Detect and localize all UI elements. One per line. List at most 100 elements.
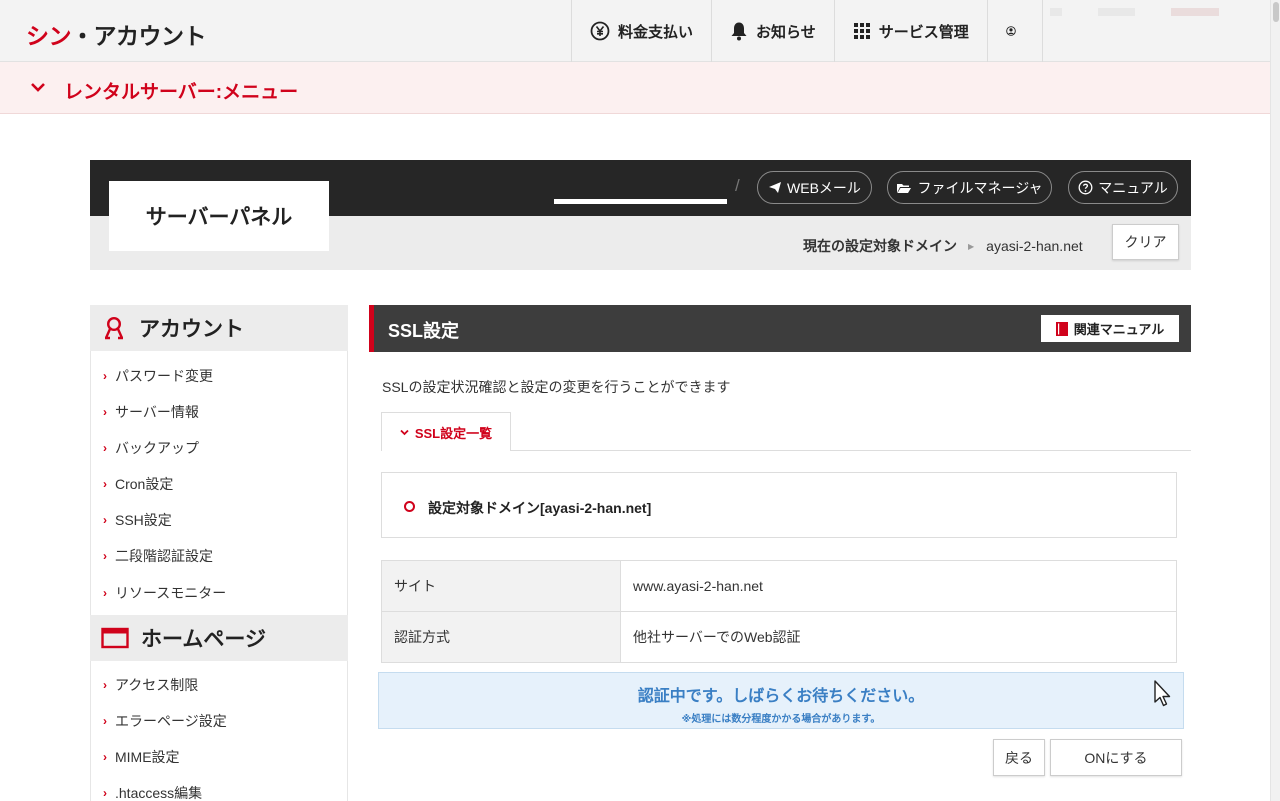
faint-decoration — [1098, 8, 1135, 16]
sidebar-item-server-info[interactable]: › サーバー情報 — [103, 402, 199, 422]
file-manager-label: ファイルマネージャ — [917, 179, 1043, 196]
tab-ssl-list-label: SSL設定一覧 — [414, 425, 493, 441]
search-underline — [554, 199, 727, 204]
triangle-right-icon: ▶ — [968, 241, 975, 251]
manual-button[interactable]: マニュアル — [1068, 171, 1178, 204]
webmail-button[interactable]: WEBメール — [757, 171, 872, 204]
sidebar-item-label: アクセス制限 — [115, 677, 199, 693]
sidebar-item-2fa[interactable]: › 二段階認証設定 — [103, 546, 213, 566]
nav-user[interactable] — [986, 0, 1043, 62]
nav-service-label: サービス管理 — [878, 23, 969, 41]
mouse-cursor-icon — [1154, 680, 1171, 707]
sidebar-homepage-title: ホームページ — [141, 628, 266, 651]
sidebar-homepage-heading: ホームページ — [90, 615, 348, 661]
nav-notice[interactable]: お知らせ — [711, 0, 834, 62]
table-label-auth-method: 認証方式 — [381, 611, 621, 663]
sidebar-item-label: MIME設定 — [115, 749, 180, 765]
table-row: 認証方式 他社サーバーでのWeb認証 — [381, 611, 1177, 663]
faint-decoration — [1171, 8, 1219, 16]
sidebar-item-mime[interactable]: › MIME設定 — [103, 747, 180, 767]
chevron-right-icon: › — [103, 786, 107, 800]
related-manual-label: 関連マニュアル — [1073, 322, 1165, 337]
sidebar-item-cron[interactable]: › Cron設定 — [103, 474, 173, 494]
sidebar-item-access-restriction[interactable]: › アクセス制限 — [103, 675, 198, 695]
rental-menu-label: レンタルサーバー:メニュー — [64, 82, 299, 103]
page-title: SSL設定 — [388, 321, 460, 341]
table-value-site: www.ayasi-2-han.net — [620, 560, 1177, 612]
sidebar-item-label: サーバー情報 — [115, 404, 199, 420]
sidebar-item-password[interactable]: › パスワード変更 — [103, 366, 213, 386]
question-circle-icon — [1078, 180, 1093, 195]
sidebar-item-label: リソースモニター — [115, 585, 227, 601]
sidebar-item-label: バックアップ — [115, 440, 199, 456]
nav-payment-label: 料金支払い — [618, 23, 694, 41]
webmail-label: WEBメール — [787, 179, 861, 196]
domain-heading: 設定対象ドメイン[ayasi-2-han.net] — [428, 500, 652, 516]
book-icon — [1055, 321, 1068, 336]
table-value-auth-method: 他社サーバーでのWeb認証 — [620, 611, 1177, 663]
chevron-right-icon: › — [103, 441, 107, 455]
scrollbar[interactable] — [1270, 0, 1280, 801]
current-domain-label: 現在の設定対象ドメイン — [803, 238, 957, 254]
tab-ssl-list[interactable]: SSL設定一覧 — [381, 412, 511, 451]
logo[interactable]: シン・アカウント — [26, 17, 207, 51]
sidebar-item-label: エラーページ設定 — [115, 713, 227, 729]
grid-icon — [853, 23, 870, 39]
chevron-right-icon: › — [103, 678, 107, 692]
turn-on-button[interactable]: ONにする — [1050, 739, 1182, 776]
back-button[interactable]: 戻る — [993, 739, 1045, 776]
ssl-info-table: サイト www.ayasi-2-han.net 認証方式 他社サーバーでのWeb… — [381, 560, 1177, 663]
divider-slash: / — [735, 176, 740, 195]
sidebar-item-htaccess[interactable]: › .htaccess編集 — [103, 783, 202, 801]
top-nav: 料金支払い お知らせ サービス管理 — [571, 0, 1043, 62]
rental-menu-bar[interactable]: レンタルサーバー:メニュー — [0, 62, 1270, 114]
chevron-down-icon — [400, 429, 409, 435]
account-icon — [104, 316, 124, 340]
page-description: SSLの設定状況確認と設定の変更を行うことができます — [382, 379, 731, 395]
related-manual-button[interactable]: 関連マニュアル — [1041, 315, 1179, 342]
manual-label: マニュアル — [1098, 179, 1168, 196]
clear-button[interactable]: クリア — [1112, 224, 1179, 260]
sidebar-item-label: 二段階認証設定 — [115, 548, 213, 564]
chevron-right-icon: › — [103, 586, 107, 600]
sidebar-account-heading: アカウント — [90, 305, 348, 351]
sidebar-item-error-page[interactable]: › エラーページ設定 — [103, 711, 227, 731]
sidebar-item-label: パスワード変更 — [115, 368, 213, 384]
chevron-right-icon: › — [103, 549, 107, 563]
top-header: シン・アカウント 料金支払い お知らせ サービス管理 — [0, 0, 1270, 62]
chevron-right-icon: › — [103, 750, 107, 764]
table-row: サイト www.ayasi-2-han.net — [381, 560, 1177, 612]
current-domain: 現在の設定対象ドメイン ▶ ayasi-2-han.net — [803, 236, 1083, 256]
chevron-right-icon: › — [103, 477, 107, 491]
logo-part-1: シン — [26, 23, 72, 49]
chevron-right-icon: › — [103, 513, 107, 527]
nav-notice-label: お知らせ — [756, 23, 816, 41]
chevron-right-icon: › — [103, 369, 107, 383]
folder-open-icon — [897, 183, 912, 193]
yen-icon — [590, 21, 610, 41]
circle-icon — [404, 501, 415, 512]
sidebar-item-ssh[interactable]: › SSH設定 — [103, 510, 172, 530]
chevron-right-icon: › — [103, 714, 107, 728]
domain-heading-box: 設定対象ドメイン[ayasi-2-han.net] — [381, 472, 1177, 538]
chevron-right-icon: › — [103, 405, 107, 419]
chevron-down-icon — [31, 83, 45, 92]
sidebar-item-resource-monitor[interactable]: › リソースモニター — [103, 583, 226, 603]
file-manager-button[interactable]: ファイルマネージャ — [887, 171, 1052, 204]
notice-main-text: 認証中です。しばらくお待ちください。 — [637, 688, 925, 705]
table-label-site: サイト — [381, 560, 621, 612]
nav-service[interactable]: サービス管理 — [833, 0, 987, 62]
logo-part-2: ・アカウント — [71, 23, 207, 49]
paper-plane-icon — [769, 182, 782, 193]
sidebar-account-title: アカウント — [139, 318, 244, 341]
notice-sub-text: ※処理には数分程度かかる場合があります。 — [681, 714, 881, 725]
sidebar-item-label: SSH設定 — [115, 512, 172, 528]
nav-payment[interactable]: 料金支払い — [571, 0, 711, 62]
sidebar-item-label: Cron設定 — [115, 476, 174, 492]
faint-decoration — [1050, 8, 1062, 16]
user-icon — [1005, 26, 1016, 36]
current-domain-value: ayasi-2-han.net — [986, 238, 1083, 254]
panel-title[interactable]: サーバーパネル — [109, 181, 329, 251]
scrollbar-thumb[interactable] — [1273, 2, 1279, 22]
sidebar-item-backup[interactable]: › バックアップ — [103, 438, 199, 458]
